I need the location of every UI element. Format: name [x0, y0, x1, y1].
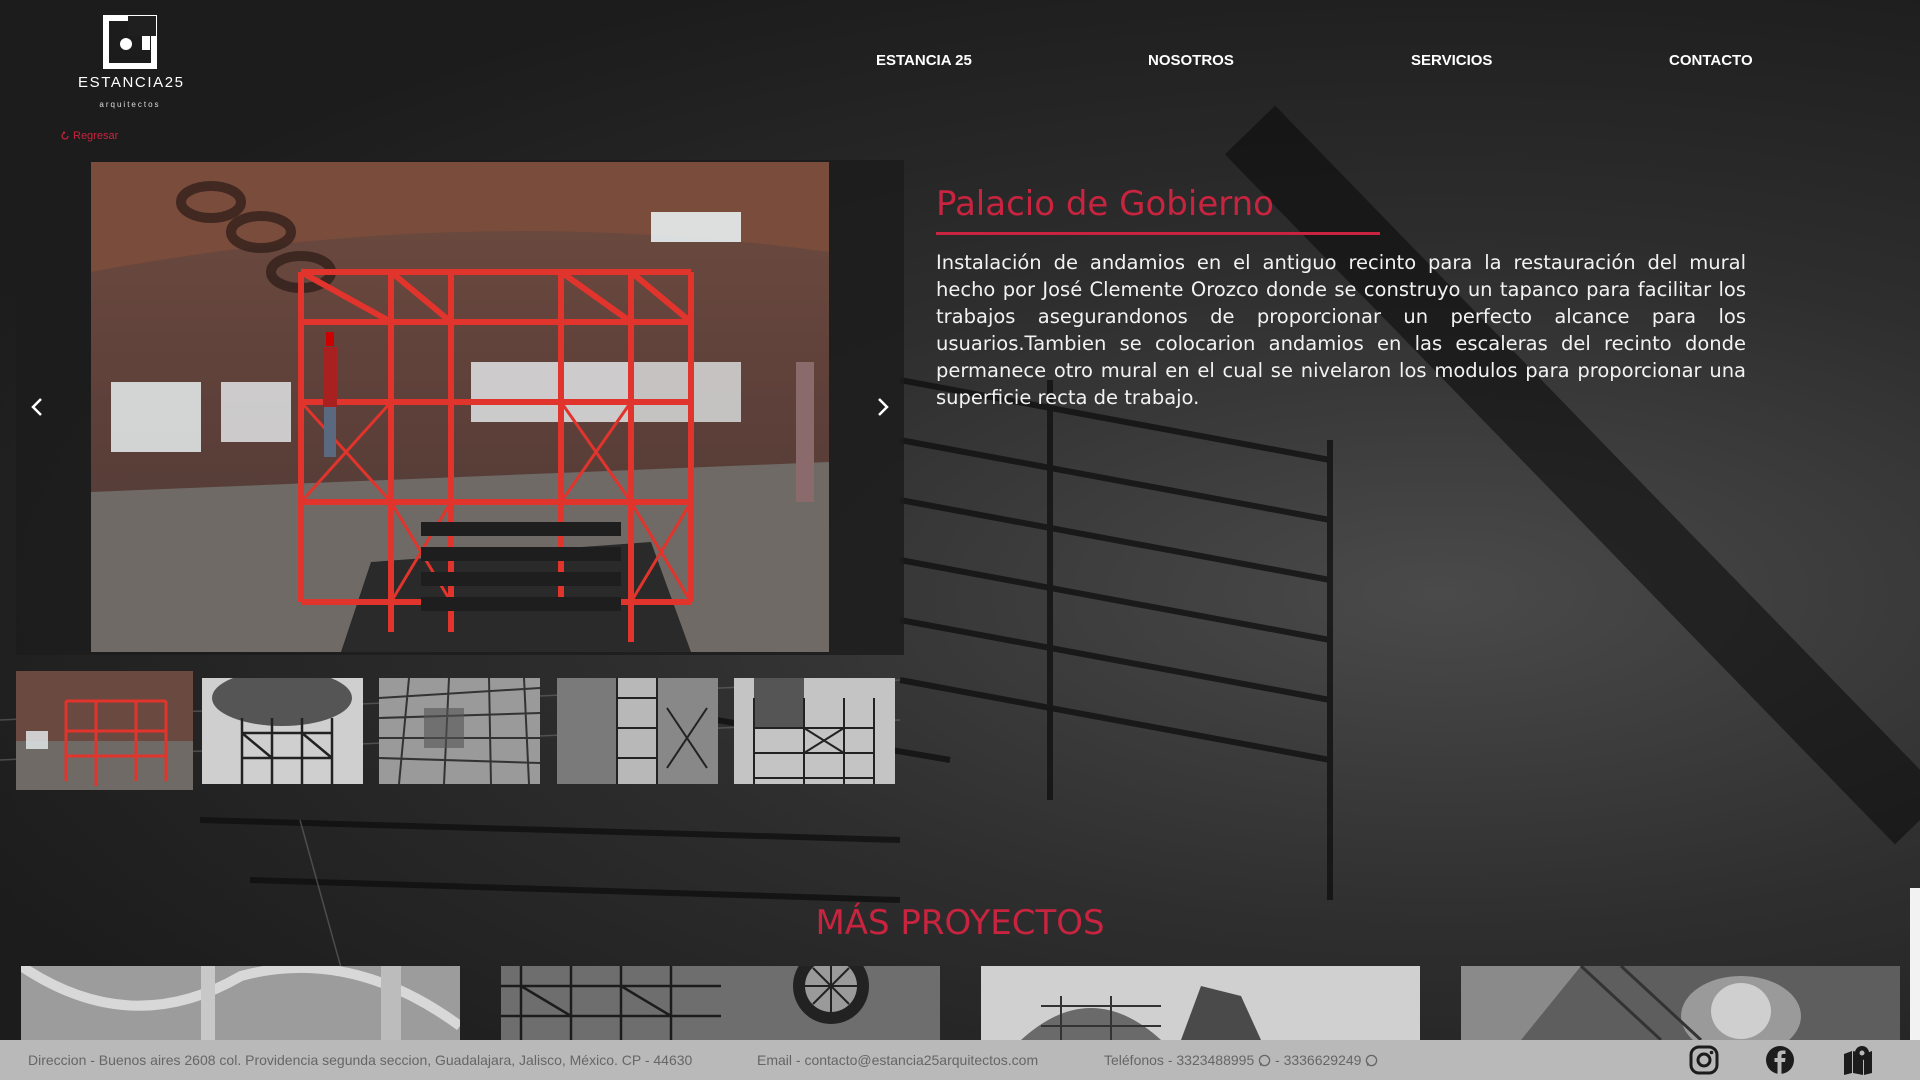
nav-nosotros[interactable]: NOSOTROS [1148, 52, 1234, 69]
main-nav: ESTANCIA 25 NOSOTROS SERVICIOS CONTACTO [0, 52, 1920, 76]
main-photo [91, 162, 829, 652]
project-description: Instalación de andamios en el antiguo re… [936, 251, 1746, 409]
footer-email[interactable]: Email - contacto@estancia25arquitectos.c… [757, 1052, 1038, 1068]
project-card-2[interactable] [501, 966, 940, 1040]
footer-phones: Teléfonos - 3323488995 - 3336629249 [1104, 1052, 1378, 1068]
project-title: Palacio de Gobierno [936, 184, 1274, 224]
back-link[interactable]: Regresar [60, 130, 118, 142]
title-underline [936, 232, 1380, 235]
project-card-3[interactable] [981, 966, 1420, 1040]
whatsapp-icon [1258, 1054, 1271, 1067]
project-card-1[interactable] [21, 966, 460, 1040]
chevron-right-icon[interactable] [870, 395, 894, 419]
instagram-icon[interactable] [1688, 1044, 1720, 1076]
footer-phone-2[interactable]: - 3336629249 [1275, 1052, 1361, 1068]
facebook-icon[interactable] [1764, 1044, 1796, 1076]
footer: Direccion - Buenos aires 2608 col. Provi… [0, 1040, 1920, 1080]
nav-contacto[interactable]: CONTACTO [1669, 52, 1753, 69]
chevron-left-icon[interactable] [26, 395, 50, 419]
back-arrow-icon [61, 131, 69, 140]
map-icon[interactable] [1842, 1044, 1874, 1076]
footer-phone-1[interactable]: Teléfonos - 3323488995 [1104, 1052, 1254, 1068]
nav-estancia25[interactable]: ESTANCIA 25 [876, 52, 972, 69]
nav-servicios[interactable]: SERVICIOS [1411, 52, 1492, 69]
gallery-thumbnail-2[interactable] [202, 678, 363, 784]
back-link-label: Regresar [73, 130, 119, 142]
logo-subtitle: arquitectos [99, 100, 161, 109]
whatsapp-icon [1366, 1054, 1378, 1067]
gallery-thumbnail-5[interactable] [734, 678, 895, 784]
logo-brand: ESTANCIA25 [78, 74, 185, 91]
more-projects-title: MÁS PROYECTOS [815, 903, 1105, 943]
gallery-thumbnail-4[interactable] [557, 678, 718, 784]
footer-address: Direccion - Buenos aires 2608 col. Provi… [28, 1052, 693, 1068]
project-card-4[interactable] [1461, 966, 1900, 1040]
gallery-thumbnail-1[interactable] [16, 671, 193, 790]
gallery-thumbnail-3[interactable] [379, 678, 540, 784]
